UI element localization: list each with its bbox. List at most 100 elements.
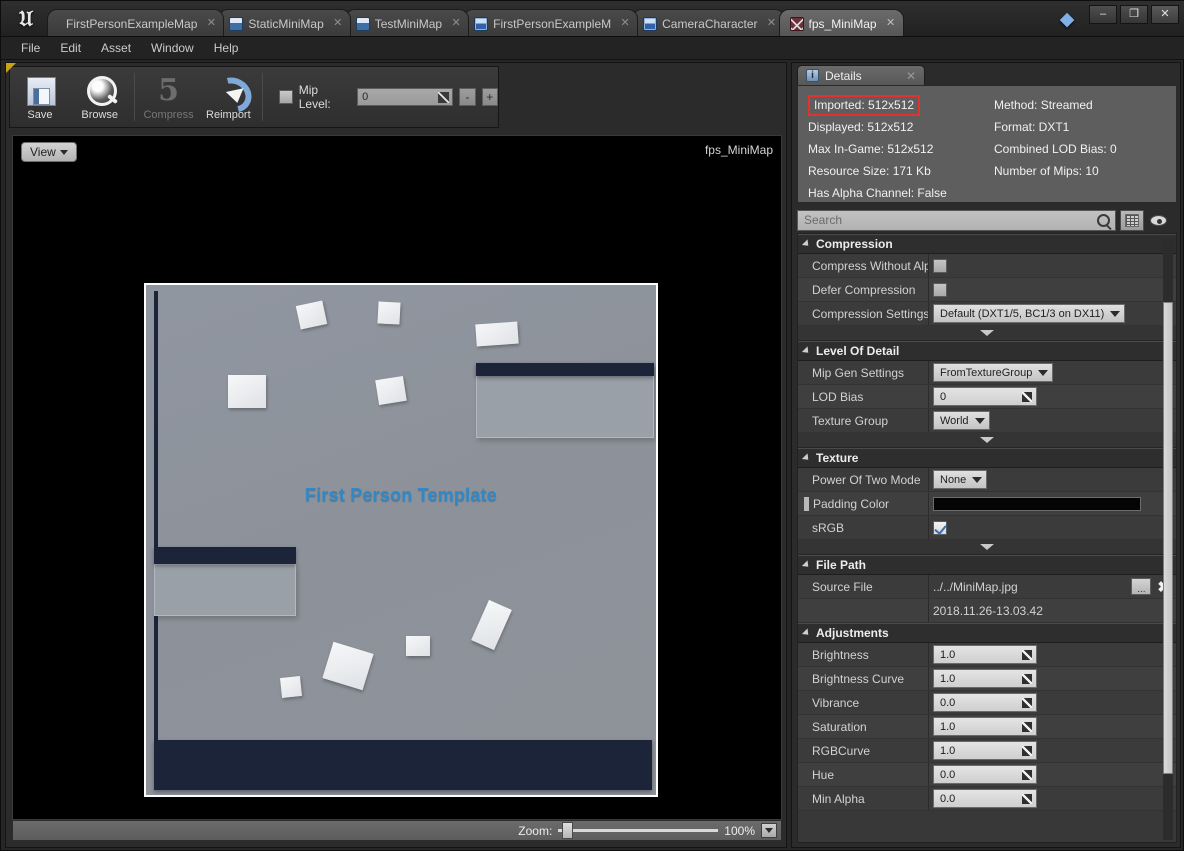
property-label-text: Mip Gen Settings <box>812 365 905 380</box>
tab-label: StaticMiniMap <box>248 16 324 31</box>
spinner-icon[interactable] <box>1022 722 1032 732</box>
property-checkbox[interactable] <box>933 520 947 535</box>
spinner-icon[interactable] <box>1022 392 1032 402</box>
mip-level-input[interactable]: 0 <box>357 88 454 106</box>
menu-window[interactable]: Window <box>141 39 204 57</box>
expand-arrow-icon[interactable] <box>804 496 809 511</box>
property-dropdown[interactable]: Default (DXT1/5, BC1/3 on DX11) <box>933 304 1126 323</box>
mip-level-checkbox[interactable] <box>279 90 293 104</box>
property-row: Brightness 1.0 <box>798 643 1176 667</box>
property-value <box>928 278 1176 301</box>
tab-firstpersonexamplem[interactable]: FirstPersonExampleM ✕ <box>463 9 639 36</box>
reimport-button[interactable]: Reimport <box>198 67 258 127</box>
compress-button[interactable]: 5 Compress <box>139 67 199 127</box>
browse-file-button[interactable]: ... <box>1131 578 1152 595</box>
close-icon[interactable]: ✕ <box>205 17 217 30</box>
details-scrollbar-thumb[interactable] <box>1163 302 1173 774</box>
chevron-down-icon <box>974 417 985 424</box>
property-number-input[interactable]: 1.0 <box>933 717 1037 736</box>
save-button[interactable]: Save <box>10 67 70 127</box>
grid-icon <box>1125 213 1139 227</box>
close-icon[interactable]: ✕ <box>766 17 778 30</box>
menu-file[interactable]: File <box>11 39 50 57</box>
spinner-icon[interactable] <box>1022 770 1032 780</box>
close-button[interactable]: ✕ <box>1151 5 1179 24</box>
close-icon[interactable]: ✕ <box>450 17 462 30</box>
unreal-diamond-icon[interactable]: ◆ <box>1053 6 1081 32</box>
tab-firstpersonexamplemap[interactable]: FirstPersonExampleMap ✕ <box>47 9 225 36</box>
map-crate <box>228 375 266 408</box>
section-header-compression[interactable]: Compression <box>798 234 1176 254</box>
tab-cameracharacter[interactable]: CameraCharacter ✕ <box>632 9 785 36</box>
close-icon[interactable]: ✕ <box>885 17 897 30</box>
property-row: Power Of Two Mode None <box>798 468 1176 492</box>
zoom-slider[interactable] <box>558 822 719 839</box>
chevron-down-icon <box>980 437 994 443</box>
blueprint-icon <box>474 16 489 31</box>
property-number-input[interactable]: 1.0 <box>933 645 1037 664</box>
tab-details[interactable]: i Details ✕ <box>797 65 925 85</box>
property-dropdown[interactable]: None <box>933 470 988 489</box>
property-number-input[interactable]: 0 <box>933 387 1037 406</box>
property-row: Compress Without Alp <box>798 254 1176 278</box>
info-left-cell: Imported: 512x512 <box>804 94 994 116</box>
property-row: Min Alpha 0.0 <box>798 787 1176 811</box>
close-icon[interactable]: ✕ <box>619 17 631 30</box>
section-header-adjustments[interactable]: Adjustments <box>798 623 1176 643</box>
show-advanced-button[interactable] <box>798 540 1176 555</box>
maximize-button[interactable]: ❐ <box>1120 5 1148 24</box>
property-dropdown[interactable]: FromTextureGroup <box>933 363 1054 382</box>
details-scrollbar[interactable] <box>1163 238 1173 840</box>
texture-viewport[interactable]: View fps_MiniMap First Person Template <box>12 135 782 820</box>
spinner-icon[interactable] <box>1022 674 1032 684</box>
spinner-icon[interactable] <box>1022 698 1032 708</box>
property-value: World <box>928 409 1176 432</box>
menu-asset[interactable]: Asset <box>91 39 141 57</box>
show-advanced-button[interactable] <box>798 433 1176 448</box>
tab-fps-minimap[interactable]: fps_MiniMap ✕ <box>778 9 904 36</box>
search-input[interactable]: Search <box>797 209 1116 231</box>
section-header-level-of-detail[interactable]: Level Of Detail <box>798 341 1176 361</box>
property-row: Defer Compression <box>798 278 1176 302</box>
property-number-input[interactable]: 0.0 <box>933 765 1037 784</box>
menu-edit[interactable]: Edit <box>50 39 91 57</box>
texture-info-row: Imported: 512x512 Method: Streamed <box>804 94 1170 116</box>
spinner-icon[interactable] <box>438 92 450 103</box>
focus-accent-corner <box>6 63 16 73</box>
menu-help[interactable]: Help <box>204 39 249 57</box>
mip-level-value: 0 <box>362 91 369 103</box>
section-header-file-path[interactable]: File Path <box>798 555 1176 575</box>
close-icon[interactable]: ✕ <box>906 69 916 83</box>
property-value: 1.0 <box>928 715 1176 738</box>
property-checkbox[interactable] <box>933 282 947 297</box>
section-header-texture[interactable]: Texture <box>798 448 1176 468</box>
show-advanced-button[interactable] <box>798 326 1176 341</box>
property-number-input[interactable]: 0.0 <box>933 693 1037 712</box>
property-label-text: Vibrance <box>812 695 860 710</box>
property-number-input[interactable]: 1.0 <box>933 741 1037 760</box>
display-options-button[interactable] <box>1120 209 1144 231</box>
mip-decrement-button[interactable]: - <box>459 88 476 106</box>
property-color-swatch[interactable] <box>933 496 1141 511</box>
tab-testminimap[interactable]: TestMiniMap ✕ <box>344 9 470 36</box>
zoom-dropdown-button[interactable] <box>761 823 777 838</box>
property-label: Brightness <box>798 648 928 662</box>
property-list[interactable]: Compression Compress Without Alp Defer Com… <box>797 233 1177 843</box>
property-label: Min Alpha <box>798 792 928 806</box>
tab-staticminimap[interactable]: StaticMiniMap ✕ <box>218 9 351 36</box>
property-checkbox[interactable] <box>933 258 947 273</box>
spinner-icon[interactable] <box>1022 794 1032 804</box>
browse-button[interactable]: Browse <box>70 67 130 127</box>
property-number-input[interactable]: 0.0 <box>933 789 1037 808</box>
mip-increment-button[interactable]: + <box>481 88 498 106</box>
close-icon[interactable]: ✕ <box>332 17 344 30</box>
zoom-slider-thumb[interactable] <box>562 822 574 839</box>
property-dropdown[interactable]: World <box>933 411 990 430</box>
view-menu-button[interactable]: View <box>21 142 77 162</box>
spinner-icon[interactable] <box>1022 746 1032 756</box>
property-number-input[interactable]: 1.0 <box>933 669 1037 688</box>
save-icon <box>22 74 58 108</box>
visibility-menu-button[interactable] <box>1148 214 1177 226</box>
spinner-icon[interactable] <box>1022 650 1032 660</box>
minimize-button[interactable]: – <box>1089 5 1117 24</box>
